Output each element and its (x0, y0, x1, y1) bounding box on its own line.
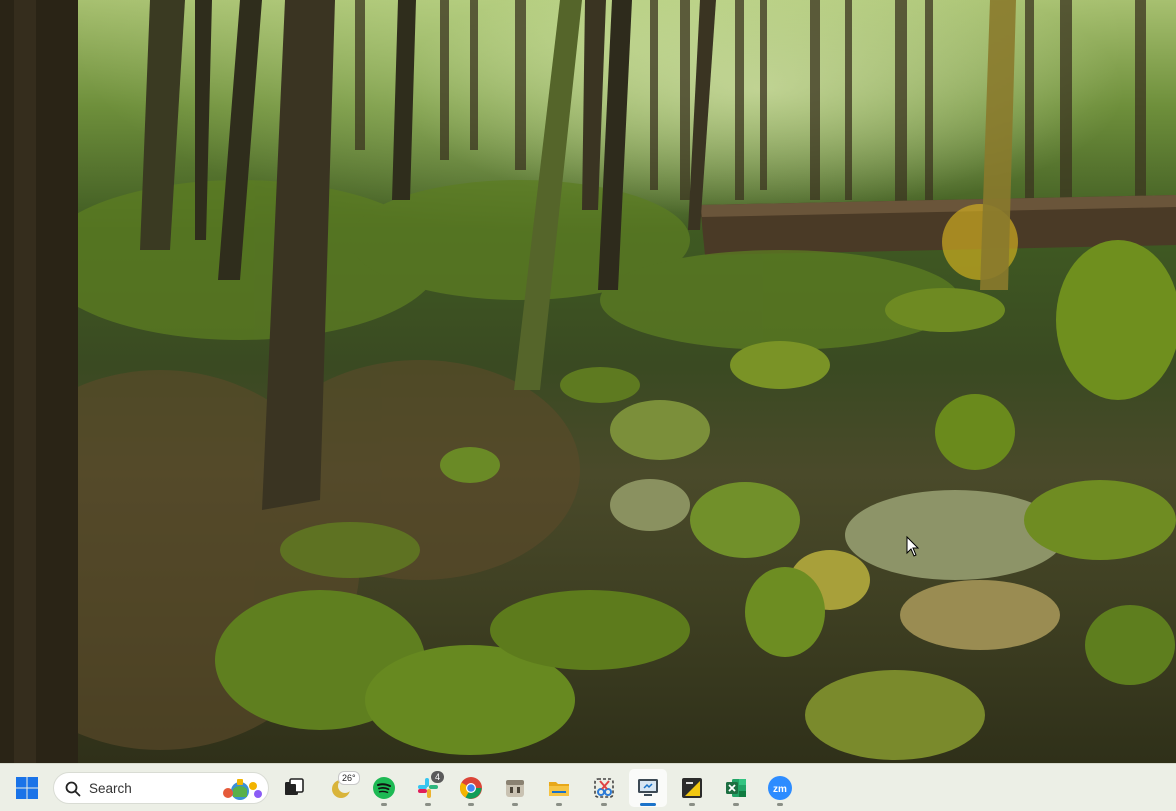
excel-icon (726, 779, 746, 797)
desktop-wallpaper (0, 0, 1176, 763)
spotify-icon (373, 777, 395, 799)
taskbar-app-slack[interactable]: 4 (409, 769, 447, 807)
taskbar-app-excel[interactable] (717, 769, 755, 807)
taskbar-app-utility[interactable] (496, 769, 534, 807)
taskbar-app-chrome[interactable] (452, 769, 490, 807)
windows-start-icon (16, 777, 38, 799)
running-indicator (733, 803, 739, 806)
remote-desktop-icon (638, 779, 658, 796)
taskbar-app-snipping-tool[interactable] (585, 769, 623, 807)
running-indicator (777, 803, 783, 806)
running-indicator (425, 803, 431, 806)
taskbar-app-spotify[interactable] (365, 769, 403, 807)
taskbar-app-zoom[interactable]: zm (761, 769, 799, 807)
search-label: Search (89, 781, 132, 796)
search-icon (65, 781, 81, 797)
active-indicator (640, 803, 656, 806)
search-highlight-illustration-icon (223, 779, 262, 800)
running-indicator (381, 803, 387, 806)
taskbar: Search 26° 4 zm (0, 763, 1176, 811)
task-view-icon (285, 778, 304, 795)
start-button[interactable] (8, 769, 46, 807)
running-indicator (689, 803, 695, 806)
zoom-icon: zm (768, 776, 792, 800)
weather-widget-button[interactable]: 26° (322, 769, 360, 807)
app-icon (506, 780, 524, 797)
file-explorer-icon (549, 782, 569, 796)
forest-scene (0, 0, 1176, 763)
svg-text:zm: zm (773, 784, 787, 795)
snipping-tool-icon (594, 778, 614, 798)
running-indicator (556, 803, 562, 806)
taskbar-app-sticky-notes[interactable] (673, 769, 711, 807)
task-view-button[interactable] (275, 769, 313, 807)
chrome-icon (460, 777, 482, 799)
temperature-badge: 26° (338, 771, 360, 785)
running-indicator (468, 803, 474, 806)
notification-count-badge: 4 (431, 771, 445, 783)
sticky-notes-icon (682, 778, 702, 798)
running-indicator (512, 803, 518, 806)
taskbar-app-remote-desktop[interactable] (629, 769, 667, 807)
running-indicator (601, 803, 607, 806)
taskbar-app-file-explorer[interactable] (540, 769, 578, 807)
taskbar-search-box[interactable]: Search (53, 772, 269, 804)
